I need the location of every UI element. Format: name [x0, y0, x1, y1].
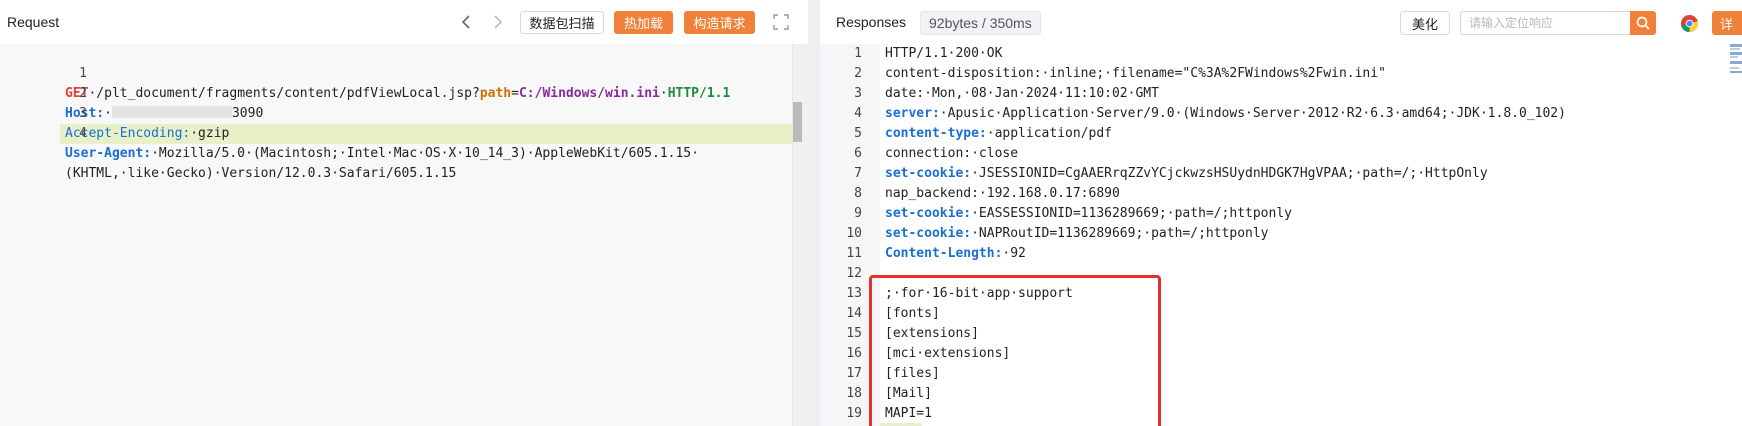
line-number: 12 — [846, 266, 862, 281]
build-request-button[interactable]: 构造请求 — [684, 11, 755, 34]
response-line-text: HTTP/1.1·200·OK — [885, 46, 1003, 61]
response-line: 5 content-type:·application/pdf — [820, 124, 1742, 144]
line-number: 9 — [854, 206, 862, 221]
request-line-4-wrap: (KHTML,·like·Gecko)·Version/12.0.3·Safar… — [0, 124, 808, 181]
chevron-left-icon[interactable] — [458, 13, 476, 31]
response-line: 9 set-cookie:·EASSESSIONID=1136289669;·pa… — [820, 204, 1742, 224]
response-header-key: server: — [885, 106, 940, 121]
line-number: 2 — [854, 66, 862, 81]
header-value: ·Mozilla/5.0·(Macintosh;·Intel·Mac·OS·X·… — [151, 146, 699, 161]
response-line: 7 set-cookie:·JSESSIONID=CgAAERrqZZvYCjck… — [820, 164, 1742, 184]
line-number: 1 — [854, 46, 862, 61]
response-line-text: nap_backend:·192.168.0.17:6890 — [885, 186, 1120, 201]
line-number: 3 — [854, 86, 862, 101]
line-number: 11 — [846, 246, 862, 261]
response-line: 4 server:·Apusic·Application·Server/9.0·(… — [820, 104, 1742, 124]
line-number: 18 — [846, 386, 862, 401]
minimap[interactable] — [1728, 44, 1742, 84]
response-line-text: ·92 — [1002, 246, 1026, 261]
response-line-text: ·EASSESSIONID=1136289669;·path=/;httponl… — [971, 206, 1292, 221]
detail-button[interactable]: 详 — [1712, 11, 1742, 35]
panel-divider[interactable] — [808, 0, 820, 426]
response-line-text: ·application/pdf — [986, 126, 1112, 141]
response-line: 11 Content-Length:·92 — [820, 244, 1742, 264]
response-line-text: content-disposition:·inline;·filename="C… — [885, 66, 1386, 81]
scrollbar-thumb[interactable] — [793, 102, 802, 142]
hot-load-button[interactable]: 热加载 — [614, 11, 673, 34]
response-header-key: set-cookie: — [885, 166, 972, 181]
request-line-3: 3 Accept-Encoding:·gzip — [0, 84, 808, 141]
response-line-text: date:·Mon,·08·Jan·2024·11:10:02·GMT — [885, 86, 1159, 101]
line-number: 15 — [846, 326, 862, 341]
response-header-key: Content-Length: — [885, 246, 1003, 261]
response-line: 6 connection:·close — [820, 144, 1742, 164]
request-scrollbar[interactable] — [792, 44, 808, 426]
line-number: 13 — [846, 286, 862, 301]
line-number: 5 — [854, 126, 862, 141]
line-number: 10 — [846, 226, 862, 241]
request-line-2: 2 Host:· 3090 — [0, 64, 808, 121]
line-number: 14 — [846, 306, 862, 321]
response-line-text: ·Apusic·Application·Server/9.0·(Windows·… — [939, 106, 1566, 121]
line-number: 7 — [854, 166, 862, 181]
request-header: Request 数据包扫描 热加载 构造请求 — [0, 0, 808, 44]
request-line-4: 4 User-Agent:·Mozilla/5.0·(Macintosh;·In… — [0, 104, 808, 161]
locate-response-input[interactable] — [1460, 11, 1630, 35]
line-number: 8 — [854, 186, 862, 201]
response-line-text: ·NAPRoutID=1136289669;·path=/;httponly — [971, 226, 1269, 241]
line-number: 6 — [854, 146, 862, 161]
header-value-wrapped: (KHTML,·like·Gecko)·Version/12.0.3·Safar… — [65, 166, 457, 181]
line-number: 4 — [854, 106, 862, 121]
beautify-button[interactable]: 美化 — [1400, 11, 1450, 35]
response-line: 2 content-disposition:·inline;·filename="… — [820, 64, 1742, 84]
highlight-annotation-box — [869, 275, 1161, 426]
response-header-key: set-cookie: — [885, 206, 972, 221]
request-line-1: 1 GET·/plt_document/fragments/content/pd… — [0, 44, 808, 101]
search-icon — [1636, 16, 1650, 30]
header-key: User-Agent: — [65, 146, 152, 161]
response-line: 3 date:·Mon,·08·Jan·2024·11:10:02·GMT — [820, 84, 1742, 104]
response-header: Responses 92bytes / 350ms 美化 详 — [820, 0, 1742, 44]
fullscreen-icon[interactable] — [772, 13, 790, 31]
request-title: Request — [7, 14, 60, 30]
request-panel: Request 数据包扫描 热加载 构造请求 1 GET·/plt_docume… — [0, 0, 808, 426]
response-line: 10 set-cookie:·NAPRoutID=1136289669;·path… — [820, 224, 1742, 244]
response-header-key: content-type: — [885, 126, 987, 141]
line-number: 16 — [846, 346, 862, 361]
response-line: 1 HTTP/1.1·200·OK — [820, 44, 1742, 64]
search-button[interactable] — [1630, 11, 1656, 35]
response-line: 8 nap_backend:·192.168.0.17:6890 — [820, 184, 1742, 204]
response-size-badge: 92bytes / 350ms — [920, 11, 1041, 35]
line-number: 19 — [846, 406, 862, 421]
line-number: 17 — [846, 366, 862, 381]
request-editor[interactable]: 1 GET·/plt_document/fragments/content/pd… — [0, 44, 808, 426]
chrome-browser-icon[interactable] — [1680, 14, 1699, 33]
chevron-right-icon[interactable] — [488, 13, 506, 31]
response-title: Responses — [836, 14, 907, 30]
packet-scan-button[interactable]: 数据包扫描 — [520, 11, 604, 34]
response-line-text: connection:·close — [885, 146, 1019, 161]
response-header-key: set-cookie: — [885, 226, 972, 241]
response-line-text: ·JSESSIONID=CgAAERrqZZvYCjckwzsHSUydnHDG… — [971, 166, 1488, 181]
